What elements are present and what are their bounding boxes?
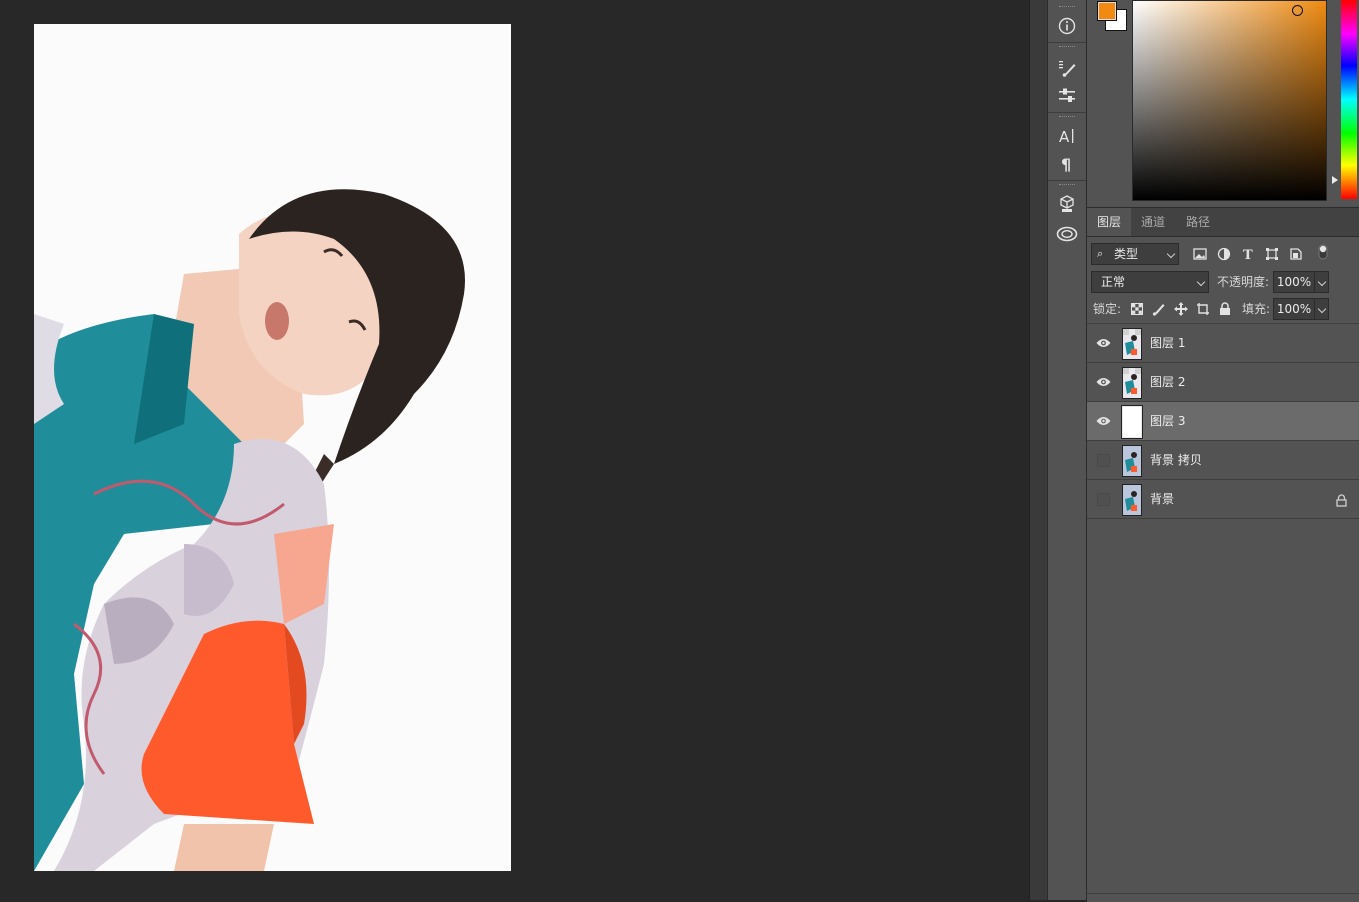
document-workspace[interactable] (0, 0, 1030, 900)
shape-filter-icon[interactable] (1265, 247, 1279, 261)
panel-icon-strip: A ¶ (1047, 0, 1087, 900)
image-filter-icon[interactable] (1193, 247, 1207, 261)
chevron-down-icon (1196, 277, 1206, 287)
creative-cloud-libraries-icon[interactable] (1055, 222, 1079, 246)
strip-grip[interactable] (1059, 6, 1075, 9)
lock-label: 锁定: (1093, 302, 1122, 316)
layer-kind-filter-label: 类型 (1114, 247, 1139, 261)
layer-name[interactable]: 图层 1 (1150, 324, 1185, 362)
color-saturation-value-field[interactable] (1132, 0, 1327, 201)
layer-thumbnail (1122, 484, 1142, 516)
right-panel-dock: 图层 通道 路径 ⌕ 类型 T 正常 不透明度: 100% 锁定: 填充: 10… (1087, 0, 1359, 902)
brush-presets-icon[interactable] (1055, 56, 1079, 80)
strip-separator (1048, 112, 1086, 113)
fill-input[interactable]: 100% (1273, 298, 1315, 320)
lock-fill-row: 锁定: 填充: 100% (1087, 297, 1359, 323)
layer-name[interactable]: 图层 2 (1150, 363, 1185, 401)
blend-opacity-row: 正常 不透明度: 100% (1087, 270, 1359, 296)
adjustment-filter-icon[interactable] (1217, 247, 1231, 261)
strip-grip[interactable] (1059, 116, 1075, 119)
lock-artboard-icon[interactable] (1196, 302, 1210, 316)
lock-position-icon[interactable] (1174, 302, 1188, 316)
svg-text:T: T (1243, 248, 1253, 261)
layer-thumbnail (1122, 367, 1142, 399)
svg-text:A: A (1059, 128, 1070, 146)
svg-text:¶: ¶ (1061, 155, 1071, 174)
layers-panel: 图层 通道 路径 ⌕ 类型 T 正常 不透明度: 100% 锁定: 填充: 10… (1087, 207, 1359, 902)
layer-row[interactable]: 图层 2 (1087, 363, 1359, 402)
paragraph-icon[interactable]: ¶ (1055, 152, 1079, 176)
document-canvas[interactable] (34, 24, 511, 871)
layer-row[interactable]: 背景 拷贝 (1087, 441, 1359, 480)
smart-object-filter-icon[interactable] (1289, 247, 1303, 261)
opacity-label: 不透明度: (1217, 275, 1270, 289)
layer-row-selected[interactable]: 图层 3 (1087, 402, 1359, 441)
layer-name[interactable]: 背景 拷贝 (1150, 441, 1202, 479)
layer-name[interactable]: 图层 3 (1150, 402, 1185, 440)
strip-grip[interactable] (1059, 184, 1075, 187)
visibility-eye-icon[interactable] (1096, 375, 1111, 389)
strip-separator (1048, 180, 1086, 181)
lock-image-icon[interactable] (1152, 302, 1166, 316)
info-icon[interactable] (1055, 14, 1079, 38)
layer-kind-filter-select[interactable]: ⌕ 类型 (1091, 243, 1179, 265)
layer-thumbnail (1122, 445, 1142, 477)
visibility-eye-icon[interactable] (1096, 414, 1111, 428)
visibility-toggle-off[interactable] (1097, 493, 1110, 506)
chevron-down-icon (1166, 249, 1176, 259)
visibility-eye-icon[interactable] (1096, 336, 1111, 350)
type-filter-icon[interactable]: T (1241, 247, 1255, 261)
character-icon[interactable]: A (1055, 124, 1079, 148)
fill-label: 填充: (1242, 302, 1271, 316)
layers-panel-footer (1087, 893, 1359, 902)
3d-object-icon[interactable] (1055, 192, 1079, 216)
layer-row[interactable]: 背景 (1087, 480, 1359, 519)
blend-mode-value: 正常 (1101, 275, 1126, 289)
tab-layers[interactable]: 图层 (1087, 208, 1132, 236)
opacity-dropdown[interactable] (1314, 271, 1329, 293)
fill-dropdown[interactable] (1314, 298, 1329, 320)
layer-thumbnail (1122, 328, 1142, 360)
layer-row[interactable]: 图层 1 (1087, 324, 1359, 363)
strip-separator (1048, 42, 1086, 43)
hue-slider-arrow[interactable] (1332, 176, 1338, 184)
chevron-down-icon (1317, 304, 1327, 314)
adjustments-icon[interactable] (1055, 84, 1079, 108)
layer-lock-icon (1336, 492, 1347, 511)
tab-paths[interactable]: 路径 (1176, 208, 1220, 236)
layer-filter-row: ⌕ 类型 T (1087, 240, 1359, 266)
visibility-toggle-off[interactable] (1097, 454, 1110, 467)
chevron-down-icon (1317, 277, 1327, 287)
layer-thumbnail (1122, 406, 1142, 438)
tab-channels[interactable]: 通道 (1131, 208, 1175, 236)
blend-mode-select[interactable]: 正常 (1091, 271, 1209, 293)
panel-tabs: 图层 通道 路径 (1087, 208, 1359, 237)
panel-dock-divider[interactable] (1029, 0, 1048, 900)
opacity-input[interactable]: 100% (1273, 271, 1315, 293)
search-icon: ⌕ (1097, 247, 1104, 260)
layer-name[interactable]: 背景 (1150, 480, 1174, 518)
color-panel (1087, 0, 1359, 205)
color-picker-marker[interactable] (1292, 5, 1303, 16)
canvas-photo (34, 24, 511, 871)
lock-all-icon[interactable] (1218, 302, 1232, 316)
lock-transparent-icon[interactable] (1130, 302, 1144, 316)
strip-grip[interactable] (1059, 46, 1075, 49)
hue-slider[interactable] (1341, 0, 1357, 199)
foreground-color-swatch[interactable] (1097, 1, 1117, 21)
filter-toggle-icon[interactable] (1316, 244, 1330, 260)
